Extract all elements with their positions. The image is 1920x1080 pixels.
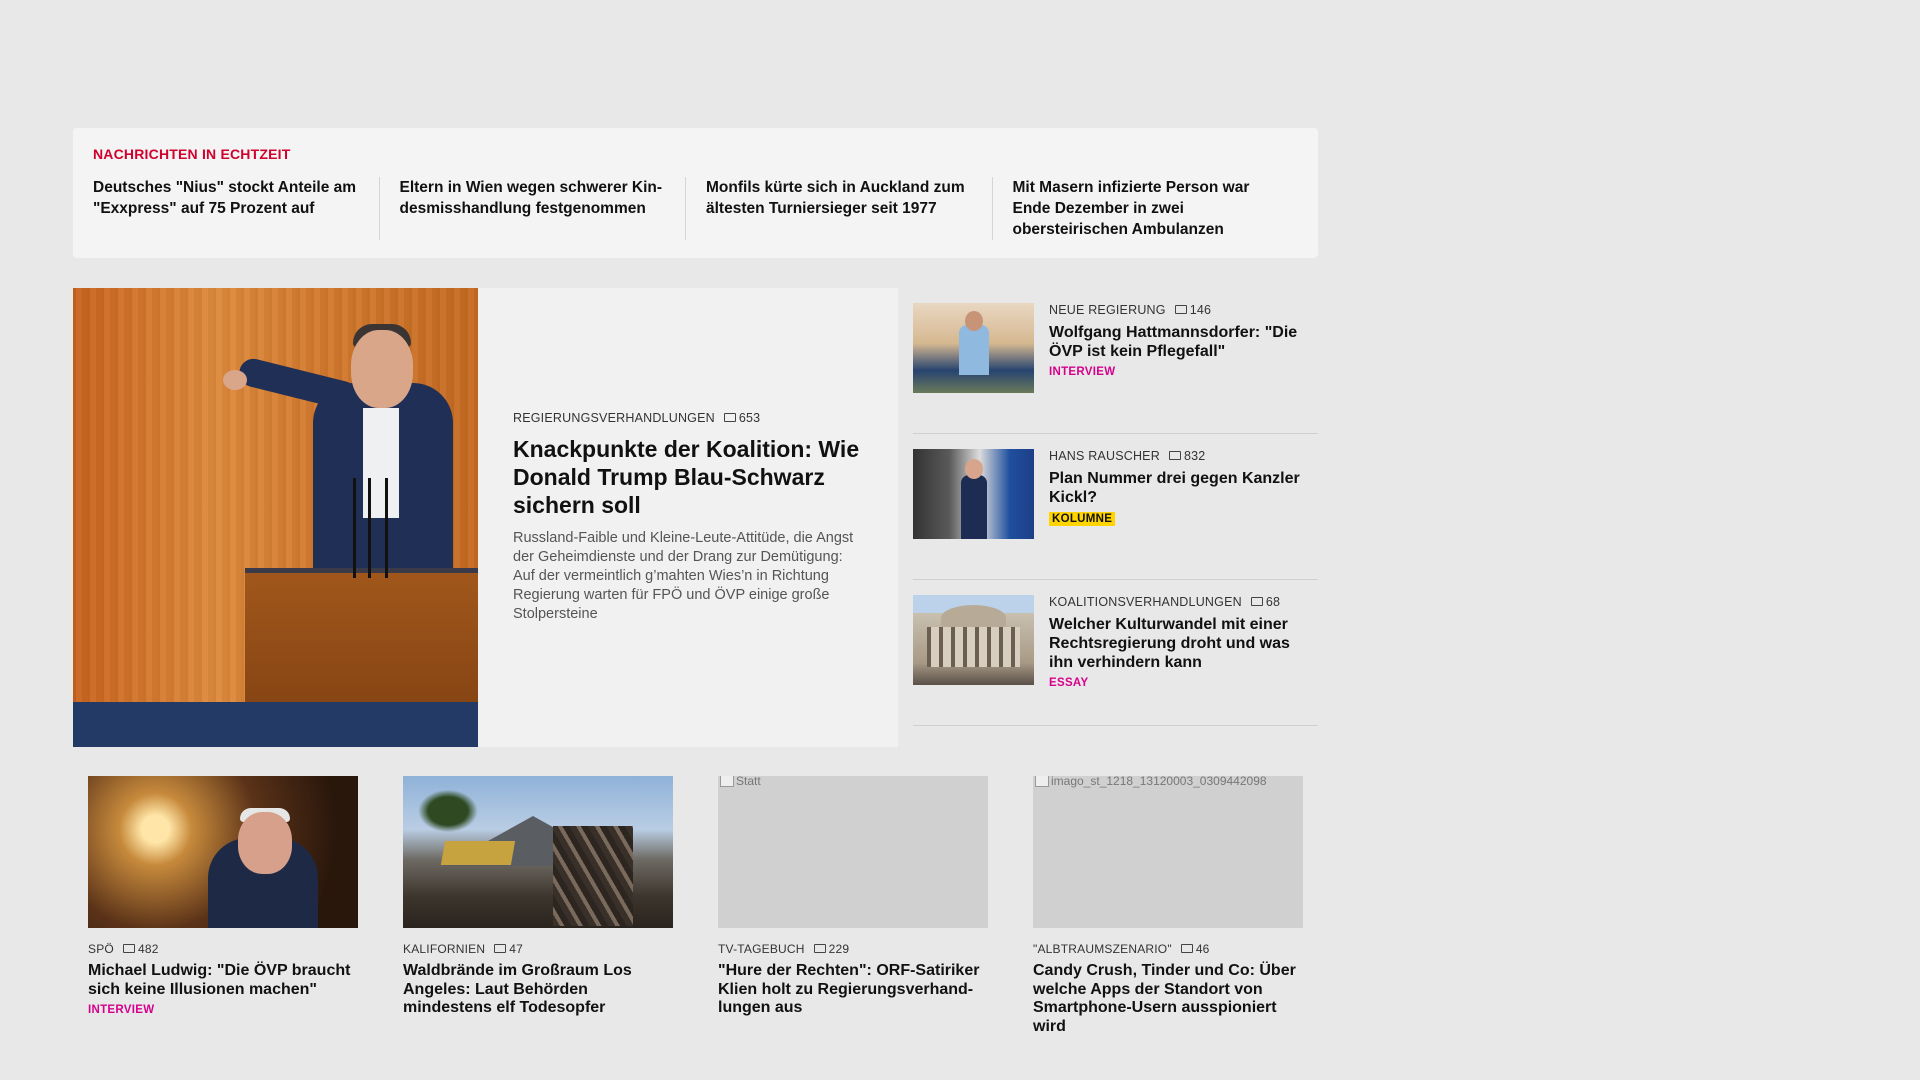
side-text: NEUE REGIERUNG 146 Wolfgang Hattmannsdor… — [1034, 303, 1318, 433]
card-image[interactable]: Statt — [718, 776, 988, 928]
comment-number: 68 — [1265, 595, 1281, 609]
comment-count[interactable]: 653 — [723, 411, 761, 425]
side-item[interactable]: KOALITIONSVERHANDLUNGEN 68 Welcher Kultu… — [913, 580, 1318, 726]
comment-number: 146 — [1189, 303, 1212, 317]
bottom-row: SPÖ 482 Michael Ludwig: "Die ÖVP braucht… — [88, 776, 1303, 1036]
side-kicker: KOALITIONSVERHANDLUNGEN 68 — [1049, 595, 1318, 609]
card-title[interactable]: "Hure der Rechten": ORF-Satiriker Klien … — [718, 962, 988, 1018]
comment-count[interactable]: 46 — [1180, 942, 1210, 956]
article-card[interactable]: imago_st_1218_13120003_0309442098 "ALBTR… — [1033, 776, 1303, 1036]
lead-teaser: Russland-Faible und Kleine-Leute-Attitüd… — [513, 530, 854, 622]
comment-icon — [1174, 304, 1187, 314]
side-kicker: NEUE REGIERUNG 146 — [1049, 303, 1318, 317]
comment-number: 482 — [137, 942, 159, 956]
ticker-item[interactable]: Monfils kürte sich in Auckland zum ältes… — [685, 177, 992, 240]
comment-count[interactable]: 482 — [122, 942, 159, 956]
kicker-label: KOALITIONSVERHANDLUNGEN — [1049, 595, 1242, 609]
side-text: HANS RAUSCHER 832 Plan Nummer drei gegen… — [1034, 449, 1318, 579]
broken-image-alt: imago_st_1218_13120003_0309442098 — [1035, 776, 1267, 788]
side-kicker: HANS RAUSCHER 832 — [1049, 449, 1318, 463]
side-title[interactable]: Wolfgang Hattmannsdorfer: "Die ÖVP ist k… — [1049, 323, 1318, 361]
comment-icon — [494, 943, 507, 953]
comment-count[interactable]: 47 — [494, 942, 523, 956]
ticker-items: Deutsches "Nius" stockt Anteile am "Exxp… — [93, 177, 1298, 240]
ticker-item[interactable]: Mit Masern infizierte Person war Ende De… — [991, 177, 1299, 240]
card-kicker: "ALBTRAUMSZENARIO" 46 — [1033, 942, 1303, 956]
card-image[interactable] — [88, 776, 358, 928]
side-thumbnail[interactable] — [913, 595, 1034, 685]
alt-text: imago_st_1218_13120003_0309442098 — [1051, 776, 1267, 788]
page: NACHRICHTEN IN ECHTZEIT Deutsches "Nius"… — [0, 0, 1920, 1080]
side-title[interactable]: Welcher Kulturwandel mit einer Rechtsreg… — [1049, 615, 1318, 672]
kicker-label: TV-TAGEBUCH — [718, 942, 805, 956]
card-title[interactable]: Waldbrände im Großraum Los Angeles: Laut… — [403, 962, 673, 1018]
tag-label: ESSAY — [1049, 677, 1089, 689]
comment-icon — [1168, 450, 1181, 460]
comment-icon — [1250, 596, 1263, 606]
card-image[interactable] — [403, 776, 673, 928]
kicker-label: NEUE REGIERUNG — [1049, 303, 1166, 317]
kicker-label: "ALBTRAUMSZENARIO" — [1033, 942, 1172, 956]
kicker-label: REGIERUNGSVERHANDLUNGEN — [513, 411, 715, 425]
tag-label: INTERVIEW — [1049, 366, 1116, 378]
broken-image-alt: Statt — [720, 776, 761, 788]
side-title[interactable]: Plan Nummer drei gegen Kanzler Kickl? — [1049, 469, 1318, 507]
comment-count[interactable]: 68 — [1250, 595, 1281, 609]
alt-text: Statt — [736, 776, 761, 788]
side-text: KOALITIONSVERHANDLUNGEN 68 Welcher Kultu… — [1034, 595, 1318, 725]
side-thumbnail[interactable] — [913, 449, 1034, 539]
side-item[interactable]: NEUE REGIERUNG 146 Wolfgang Hattmannsdor… — [913, 288, 1318, 434]
comment-number: 46 — [1195, 942, 1210, 956]
card-kicker: KALIFORNIEN 47 — [403, 942, 673, 956]
card-kicker: SPÖ 482 — [88, 942, 358, 956]
comment-count[interactable]: 832 — [1168, 449, 1206, 463]
lead-story[interactable]: REGIERUNGSVERHANDLUNGEN 653 Knackpunkte … — [73, 288, 898, 747]
kicker-label: KALIFORNIEN — [403, 942, 486, 956]
article-card[interactable]: SPÖ 482 Michael Ludwig: "Die ÖVP braucht… — [88, 776, 358, 1036]
side-list: NEUE REGIERUNG 146 Wolfgang Hattmannsdor… — [913, 288, 1318, 726]
lead-text: REGIERUNGSVERHANDLUNGEN 653 Knackpunkte … — [478, 288, 898, 747]
comment-number: 832 — [1183, 449, 1206, 463]
kicker-label: SPÖ — [88, 942, 114, 956]
tag-label: INTERVIEW — [88, 1004, 155, 1016]
comment-icon — [723, 412, 736, 422]
comment-icon — [813, 943, 826, 953]
news-ticker: NACHRICHTEN IN ECHTZEIT Deutsches "Nius"… — [73, 128, 1318, 258]
ticker-item[interactable]: Eltern in Wien wegen schwerer Kin-desmis… — [378, 177, 686, 240]
comment-count[interactable]: 146 — [1174, 303, 1212, 317]
card-image[interactable]: imago_st_1218_13120003_0309442098 — [1033, 776, 1303, 928]
kicker-label: HANS RAUSCHER — [1049, 449, 1160, 463]
side-item[interactable]: HANS RAUSCHER 832 Plan Nummer drei gegen… — [913, 434, 1318, 580]
lead-image[interactable] — [73, 288, 478, 747]
comment-icon — [1180, 943, 1193, 953]
comment-number: 229 — [828, 942, 850, 956]
lead-title[interactable]: Knackpunkte der Koalition: Wie Donald Tr… — [513, 435, 862, 519]
comment-number: 47 — [509, 942, 523, 956]
side-thumbnail[interactable] — [913, 303, 1034, 393]
card-title[interactable]: Candy Crush, Tinder und Co: Über welche … — [1033, 962, 1303, 1036]
tag-label: KOLUMNE — [1049, 512, 1116, 526]
article-card[interactable]: KALIFORNIEN 47 Waldbrände im Großraum Lo… — [403, 776, 673, 1036]
comment-number: 653 — [738, 411, 761, 425]
ticker-label: NACHRICHTEN IN ECHTZEIT — [93, 146, 291, 162]
article-card[interactable]: Statt TV-TAGEBUCH 229 "Hure der Rechten"… — [718, 776, 988, 1036]
card-kicker: TV-TAGEBUCH 229 — [718, 942, 988, 956]
broken-image-icon — [720, 776, 734, 787]
broken-image-icon — [1035, 776, 1049, 787]
ticker-item[interactable]: Deutsches "Nius" stockt Anteile am "Exxp… — [93, 177, 379, 240]
comment-icon — [122, 943, 135, 953]
comment-count[interactable]: 229 — [813, 942, 850, 956]
card-title[interactable]: Michael Ludwig: "Die ÖVP braucht sich ke… — [88, 962, 358, 999]
lead-kicker: REGIERUNGSVERHANDLUNGEN 653 — [513, 411, 862, 425]
